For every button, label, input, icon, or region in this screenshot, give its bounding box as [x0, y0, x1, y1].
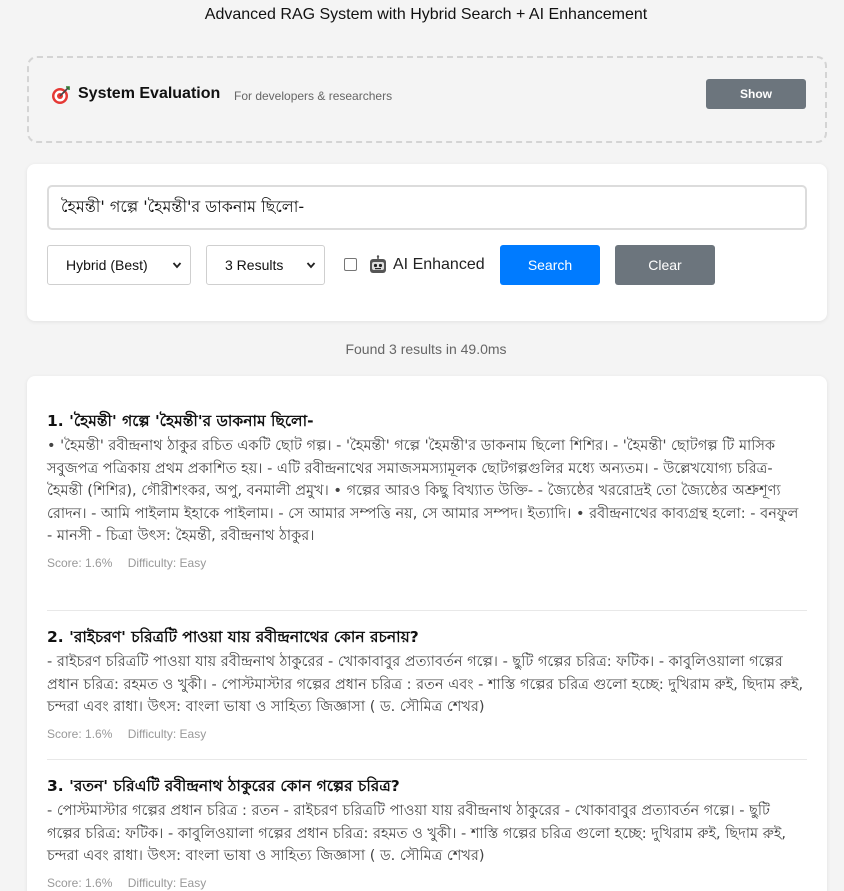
result-difficulty: Difficulty: Easy — [127, 555, 207, 570]
robot-icon — [370, 255, 386, 273]
result-meta: Score: 1.6% Difficulty: Easy — [47, 876, 807, 890]
ai-enhanced-label[interactable]: AI Enhanced — [393, 256, 485, 274]
result-body: - পোস্টমাস্টার গল্পের প্রধান চরিত্র : রত… — [47, 803, 786, 864]
result-title: 1. 'হৈমন্তী' গল্পে 'হৈমন্তী'র ডাকনাম ছিল… — [47, 412, 314, 430]
result-title: 2. 'রাইচরণ' চরিত্রটি পাওয়া যায় রবীন্দ্… — [47, 628, 419, 646]
result-count-select[interactable]: 3 Results — [206, 245, 325, 285]
search-mode-value: Hybrid (Best) — [66, 257, 148, 273]
result-score: Score: 1.6% — [47, 555, 113, 570]
chevron-down-icon — [306, 262, 316, 269]
result-meta: Score: 1.6% Difficulty: Easy — [47, 556, 807, 570]
ai-enhanced-checkbox[interactable] — [344, 258, 357, 271]
result-count-value: 3 Results — [225, 257, 284, 273]
clear-button[interactable]: Clear — [615, 245, 715, 285]
result-item: 2. 'রাইচরণ' চরিত্রটি পাওয়া যায় রবীন্দ্… — [47, 626, 807, 741]
result-title: 3. 'রতন' চরিএটি রবীন্দ্রনাথ ঠাকুরের কোন … — [47, 777, 400, 795]
results-panel: 1. 'হৈমন্তী' গল্পে 'হৈমন্তী'র ডাকনাম ছিল… — [27, 376, 827, 891]
evaluation-subtitle: For developers & researchers — [234, 89, 393, 103]
result-divider — [47, 759, 807, 760]
result-item: 3. 'রতন' চরিএটি রবীন্দ্রনাথ ঠাকুরের কোন … — [47, 775, 807, 890]
results-summary: Found 3 results in 49.0ms — [345, 341, 507, 357]
result-body: • 'হৈমন্তী' রবীন্দ্রনাথ ঠাকুর রচিত একটি … — [47, 438, 799, 544]
result-difficulty: Difficulty: Easy — [127, 726, 207, 741]
evaluation-panel: System Evaluation For developers & resea… — [27, 56, 827, 143]
result-score: Score: 1.6% — [47, 726, 113, 741]
show-evaluation-button[interactable]: Show — [706, 79, 806, 109]
query-input[interactable] — [47, 185, 807, 230]
chevron-down-icon — [172, 262, 182, 269]
search-mode-select[interactable]: Hybrid (Best) — [47, 245, 191, 285]
search-button[interactable]: Search — [500, 245, 600, 285]
result-item: 1. 'হৈমন্তী' গল্পে 'হৈমন্তী'র ডাকনাম ছিল… — [47, 410, 807, 570]
search-panel: Hybrid (Best) 3 Results AI Enhanced Sear… — [27, 164, 827, 321]
result-body: - রাইচরণ চরিত্রটি পাওয়া যায় রবীন্দ্রনা… — [47, 654, 804, 715]
evaluation-title: System Evaluation — [78, 85, 221, 102]
result-meta: Score: 1.6% Difficulty: Easy — [47, 727, 807, 741]
result-divider — [47, 610, 807, 611]
result-difficulty: Difficulty: Easy — [127, 875, 207, 890]
dart-target-icon — [52, 86, 70, 104]
result-score: Score: 1.6% — [47, 875, 113, 890]
app-title: Advanced RAG System with Hybrid Search +… — [204, 6, 648, 23]
